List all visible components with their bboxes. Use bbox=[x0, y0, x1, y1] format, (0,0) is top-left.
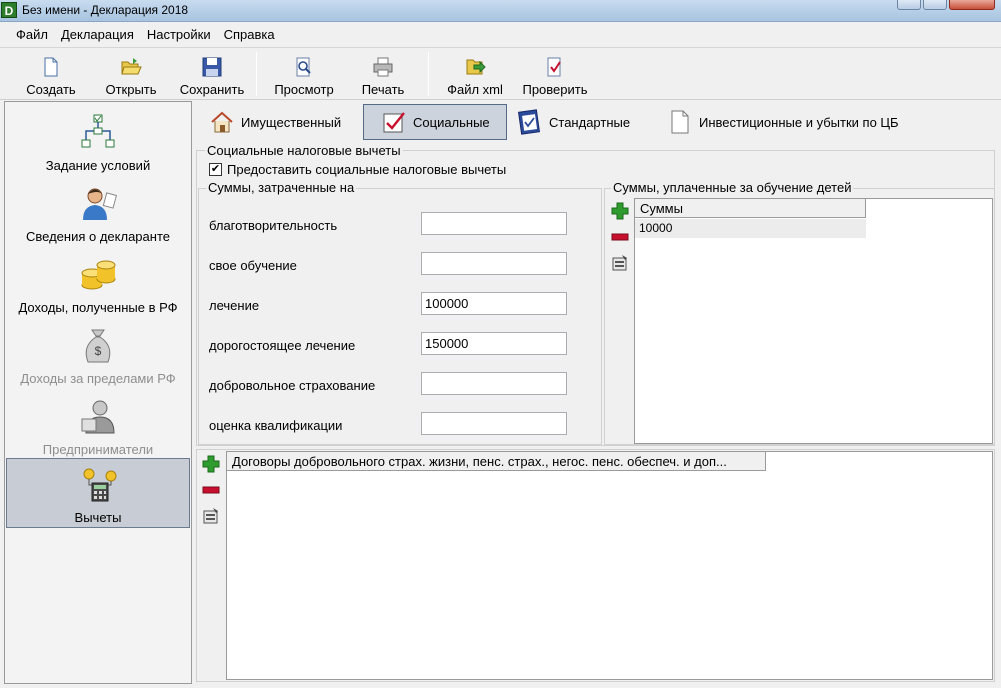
person-icon bbox=[83, 188, 117, 220]
menu-help[interactable]: Справка bbox=[223, 25, 276, 44]
print-label: Печать bbox=[361, 82, 405, 97]
magnifier-icon bbox=[296, 57, 311, 77]
charity-input[interactable] bbox=[421, 212, 567, 235]
clipboard-icon bbox=[517, 109, 541, 135]
tab-label: Инвестиционные и убытки по ЦБ bbox=[699, 114, 899, 130]
toolbar-separator bbox=[428, 52, 429, 96]
svg-text:$: $ bbox=[95, 344, 102, 358]
remove-icon[interactable] bbox=[610, 227, 630, 247]
checklist-icon bbox=[383, 112, 405, 133]
deduction-tabs: Имущественный Социальные Стандартные Инв… bbox=[195, 101, 995, 143]
sidebar-item-label: Предприниматели bbox=[42, 442, 154, 457]
voluntary-insurance-input[interactable] bbox=[421, 372, 567, 395]
treatment-input[interactable] bbox=[421, 292, 567, 315]
check-label: Проверить bbox=[522, 82, 588, 97]
add-icon[interactable] bbox=[201, 454, 221, 474]
printer-icon bbox=[373, 57, 393, 77]
expensive-treatment-label: дорогостоящее лечение bbox=[209, 338, 356, 353]
toolbar-separator bbox=[256, 52, 257, 96]
menu-declaration[interactable]: Декларация bbox=[60, 25, 135, 44]
voluntary-insurance-label: добровольное страхование bbox=[209, 378, 376, 393]
remove-icon[interactable] bbox=[201, 480, 221, 500]
children-education-title: Суммы, уплаченные за обучение детей bbox=[611, 180, 854, 195]
create-button[interactable]: Создать bbox=[16, 51, 86, 99]
open-button[interactable]: Открыть bbox=[96, 51, 166, 99]
title-bar: D Без имени - Декларация 2018 bbox=[0, 0, 1001, 22]
toolbar: Создать Открыть Сохранить Просмотр Печат… bbox=[0, 48, 1001, 100]
check-button[interactable]: Проверить bbox=[516, 51, 594, 99]
sidebar-item-label: Задание условий bbox=[45, 158, 151, 173]
print-button[interactable]: Печать bbox=[350, 51, 416, 99]
menu-bar: Файл Декларация Настройки Справка bbox=[0, 22, 1001, 48]
coins-icon bbox=[81, 260, 116, 290]
app-icon: D bbox=[1, 2, 17, 18]
save-label: Сохранить bbox=[179, 82, 245, 97]
sidebar: Задание условий Сведения о декларанте До… bbox=[4, 101, 192, 684]
qualification-assessment-input[interactable] bbox=[421, 412, 567, 435]
sidebar-item-label: Вычеты bbox=[74, 510, 122, 525]
maximize-button[interactable] bbox=[923, 0, 947, 10]
sidebar-item-income-abroad[interactable]: $ Доходы за пределами РФ bbox=[5, 320, 191, 390]
sidebar-item-declarant[interactable]: Сведения о декларанте bbox=[5, 178, 191, 248]
sidebar-item-deductions[interactable]: Вычеты bbox=[6, 458, 190, 528]
close-button[interactable] bbox=[949, 0, 995, 10]
preview-label: Просмотр bbox=[274, 82, 334, 97]
provide-deductions-checkbox[interactable]: ✔ bbox=[209, 163, 222, 176]
document-icon bbox=[671, 110, 689, 134]
treatment-label: лечение bbox=[209, 298, 260, 313]
window-title: Без имени - Декларация 2018 bbox=[22, 3, 189, 17]
grid-column-header[interactable]: Суммы bbox=[635, 199, 866, 218]
amounts-spent-title: Суммы, затраченные на bbox=[206, 180, 357, 195]
tab-investment[interactable]: Инвестиционные и убытки по ЦБ bbox=[667, 104, 917, 140]
sidebar-item-conditions[interactable]: Задание условий bbox=[5, 107, 191, 177]
flowchart-icon bbox=[81, 114, 115, 148]
edit-icon[interactable] bbox=[610, 253, 630, 273]
provide-deductions-label: Предоставить социальные налоговые вычеты bbox=[227, 162, 507, 177]
open-folder-icon bbox=[121, 58, 142, 75]
create-label: Создать bbox=[26, 82, 76, 97]
charity-label: благотворительность bbox=[209, 218, 338, 233]
social-deductions-title: Социальные налоговые вычеты bbox=[205, 143, 403, 158]
businessman-icon bbox=[81, 400, 115, 434]
new-document-icon bbox=[44, 57, 58, 77]
expensive-treatment-input[interactable] bbox=[421, 332, 567, 355]
menu-file[interactable]: Файл bbox=[15, 25, 49, 44]
qualification-assessment-label: оценка квалификации bbox=[209, 418, 343, 433]
save-button[interactable]: Сохранить bbox=[176, 51, 248, 99]
children-education-grid[interactable]: Суммы 10000 bbox=[634, 198, 993, 444]
check-document-icon bbox=[547, 57, 561, 77]
floppy-disk-icon bbox=[202, 57, 222, 77]
table-row[interactable]: 10000 bbox=[635, 219, 866, 238]
xml-file-label: Файл xml bbox=[447, 82, 503, 97]
sidebar-item-income-rf[interactable]: Доходы, полученные в РФ bbox=[5, 249, 191, 319]
sidebar-item-label: Сведения о декларанте bbox=[26, 229, 170, 244]
calculator-icon bbox=[83, 468, 117, 502]
tab-social[interactable]: Социальные bbox=[363, 104, 507, 140]
tab-label: Имущественный bbox=[241, 114, 342, 130]
sidebar-item-entrepreneurs[interactable]: Предприниматели bbox=[5, 391, 191, 461]
tab-label: Социальные bbox=[413, 114, 490, 130]
xml-file-button[interactable]: Файл xml bbox=[440, 51, 510, 99]
contracts-grid[interactable]: Договоры добровольного страх. жизни, пен… bbox=[226, 451, 993, 680]
menu-settings[interactable]: Настройки bbox=[146, 25, 212, 44]
tab-standard[interactable]: Стандартные bbox=[517, 104, 647, 140]
minimize-button[interactable] bbox=[897, 0, 921, 10]
own-education-input[interactable] bbox=[421, 252, 567, 275]
tab-property[interactable]: Имущественный bbox=[209, 104, 359, 140]
own-education-label: свое обучение bbox=[209, 258, 297, 273]
add-icon[interactable] bbox=[610, 201, 630, 221]
sidebar-item-label: Доходы за пределами РФ bbox=[20, 371, 176, 386]
house-icon bbox=[211, 111, 233, 133]
grid-column-header[interactable]: Договоры добровольного страх. жизни, пен… bbox=[227, 452, 766, 471]
money-bag-icon: $ bbox=[85, 329, 111, 363]
open-label: Открыть bbox=[105, 82, 157, 97]
sidebar-item-label: Доходы, полученные в РФ bbox=[18, 300, 178, 315]
tab-label: Стандартные bbox=[549, 114, 631, 130]
xml-export-icon bbox=[466, 59, 486, 75]
edit-icon[interactable] bbox=[201, 506, 221, 526]
preview-button[interactable]: Просмотр bbox=[266, 51, 342, 99]
